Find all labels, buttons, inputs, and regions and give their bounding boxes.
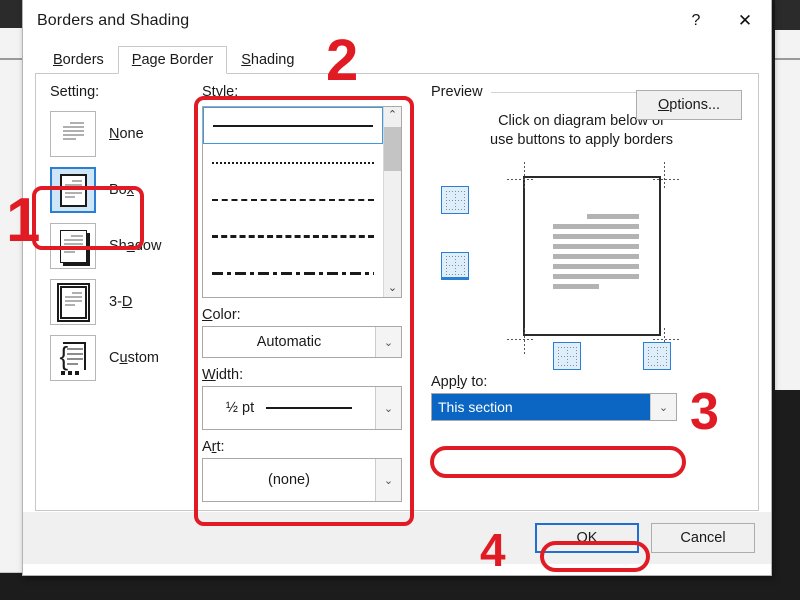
- dialog-titlebar: Borders and Shading ? ✕: [23, 0, 771, 43]
- setting-item-none[interactable]: None: [50, 106, 196, 162]
- dialog-footer: OK Cancel: [23, 511, 771, 564]
- backdrop-bottom: [0, 573, 800, 600]
- page-3d-border-icon: [50, 279, 96, 325]
- corner-mark-top-right: [647, 162, 681, 196]
- top-border-toggle[interactable]: [441, 186, 469, 214]
- backdrop-right-strip: [775, 30, 800, 390]
- style-option-long-dashed-line[interactable]: [203, 218, 383, 255]
- apply-to-dropdown[interactable]: This section ⌄: [431, 393, 677, 421]
- style-scrollbar[interactable]: ⌃ ⌄: [383, 107, 401, 297]
- color-dropdown[interactable]: Automatic ⌄: [202, 326, 402, 358]
- width-dropdown[interactable]: ½ pt ⌄: [202, 386, 402, 430]
- scroll-down-icon[interactable]: ⌄: [388, 280, 397, 297]
- bottom-border-toggle[interactable]: [441, 252, 469, 280]
- width-label: Width:: [202, 367, 244, 383]
- preview-label: Preview: [431, 84, 483, 100]
- left-border-icon: [557, 346, 577, 366]
- dotted-line-icon: [212, 161, 374, 164]
- apply-to-value: This section: [432, 394, 650, 420]
- dialog-title: Borders and Shading: [37, 12, 190, 29]
- width-value-wrap: ½ pt: [203, 400, 375, 416]
- right-border-icon: [647, 346, 667, 366]
- tab-shading[interactable]: Shading: [227, 45, 309, 73]
- tab-page-border[interactable]: Page Border: [117, 46, 228, 74]
- style-option-dotted-line[interactable]: [203, 144, 383, 181]
- chevron-down-icon[interactable]: ⌄: [650, 394, 676, 420]
- backdrop-top-right: [775, 0, 800, 30]
- preview-hint-line2: use buttons to apply borders: [490, 132, 673, 148]
- style-label: Style:: [202, 84, 239, 100]
- dashed-line-icon: [212, 198, 374, 201]
- width-preview-line-icon: [266, 407, 353, 409]
- titlebar-buttons: ? ✕: [673, 0, 771, 43]
- long-dashed-line-icon: [212, 235, 374, 238]
- right-border-toggle[interactable]: [643, 342, 671, 370]
- setting-label-3d: 3-D: [109, 294, 133, 310]
- color-label: Color:: [202, 307, 241, 323]
- art-label: Art:: [202, 439, 225, 455]
- dash-dot-line-icon: [212, 272, 374, 275]
- setting-item-shadow[interactable]: Shadow: [50, 218, 196, 274]
- style-listbox[interactable]: ⌃ ⌄: [202, 106, 402, 298]
- chevron-down-icon[interactable]: ⌄: [375, 327, 401, 357]
- solid-line-icon: [213, 124, 373, 127]
- art-dropdown[interactable]: (none) ⌄: [202, 458, 402, 502]
- preview-text-lines: [553, 214, 639, 289]
- preview-group: Preview Click on diagram below or use bu…: [411, 84, 758, 510]
- style-option-dashed-line[interactable]: [203, 181, 383, 218]
- style-options: [203, 107, 383, 297]
- scrollbar-thumb[interactable]: [384, 127, 401, 171]
- setting-label: Setting:: [50, 84, 100, 100]
- corner-mark-bottom-left: [507, 322, 541, 356]
- backdrop-top-left: [0, 0, 22, 28]
- page-no-border-icon: [50, 111, 96, 157]
- setting-group: Setting: None Box Shadow 3-D {Custom: [36, 84, 196, 510]
- setting-item-3d[interactable]: 3-D: [50, 274, 196, 330]
- setting-label-none: None: [109, 126, 144, 142]
- close-icon[interactable]: ✕: [719, 0, 771, 43]
- page-border-panel: Setting: None Box Shadow 3-D {Custom St…: [35, 73, 759, 511]
- preview-page-diagram[interactable]: [523, 176, 661, 336]
- style-option-solid-line[interactable]: [203, 107, 383, 144]
- page-custom-border-icon: {: [50, 335, 96, 381]
- corner-mark-top-left: [507, 162, 541, 196]
- setting-label-box: Box: [109, 182, 134, 198]
- ok-button[interactable]: OK: [535, 523, 639, 553]
- top-border-icon: [445, 190, 465, 210]
- setting-label-shadow: Shadow: [109, 238, 162, 254]
- bottom-border-icon: [445, 255, 465, 275]
- apply-to-label: Apply to:: [431, 374, 488, 390]
- setting-item-custom[interactable]: { Custom: [50, 330, 196, 386]
- backdrop-left-divider: [0, 58, 22, 60]
- page-shadow-border-icon: [50, 223, 96, 269]
- style-option-dash-dot-line[interactable]: [203, 255, 383, 292]
- backdrop-right-divider: [775, 58, 800, 60]
- options-button[interactable]: Options...: [636, 90, 742, 120]
- page-box-border-icon: [50, 167, 96, 213]
- borders-and-shading-dialog: Borders and Shading ? ✕ Borders Page Bor…: [22, 0, 772, 576]
- chevron-down-icon[interactable]: ⌄: [375, 459, 401, 501]
- setting-item-box[interactable]: Box: [50, 162, 196, 218]
- tab-strip: Borders Page Border Shading: [23, 43, 771, 74]
- setting-label-custom: Custom: [109, 350, 159, 366]
- art-value: (none): [268, 472, 310, 488]
- backdrop-left-strip: [0, 28, 22, 573]
- tab-borders[interactable]: Borders: [39, 45, 118, 73]
- scroll-up-icon[interactable]: ⌃: [388, 107, 397, 124]
- preview-stage: [431, 162, 758, 372]
- color-value: Automatic: [256, 334, 322, 350]
- help-icon[interactable]: ?: [673, 0, 719, 43]
- width-value: ½ pt: [225, 400, 255, 416]
- cancel-button[interactable]: Cancel: [651, 523, 755, 553]
- left-border-toggle[interactable]: [553, 342, 581, 370]
- chevron-down-icon[interactable]: ⌄: [375, 387, 401, 429]
- style-group: Style: ⌃ ⌄ Color: Automatic ⌄ Width: ½ p…: [196, 84, 411, 510]
